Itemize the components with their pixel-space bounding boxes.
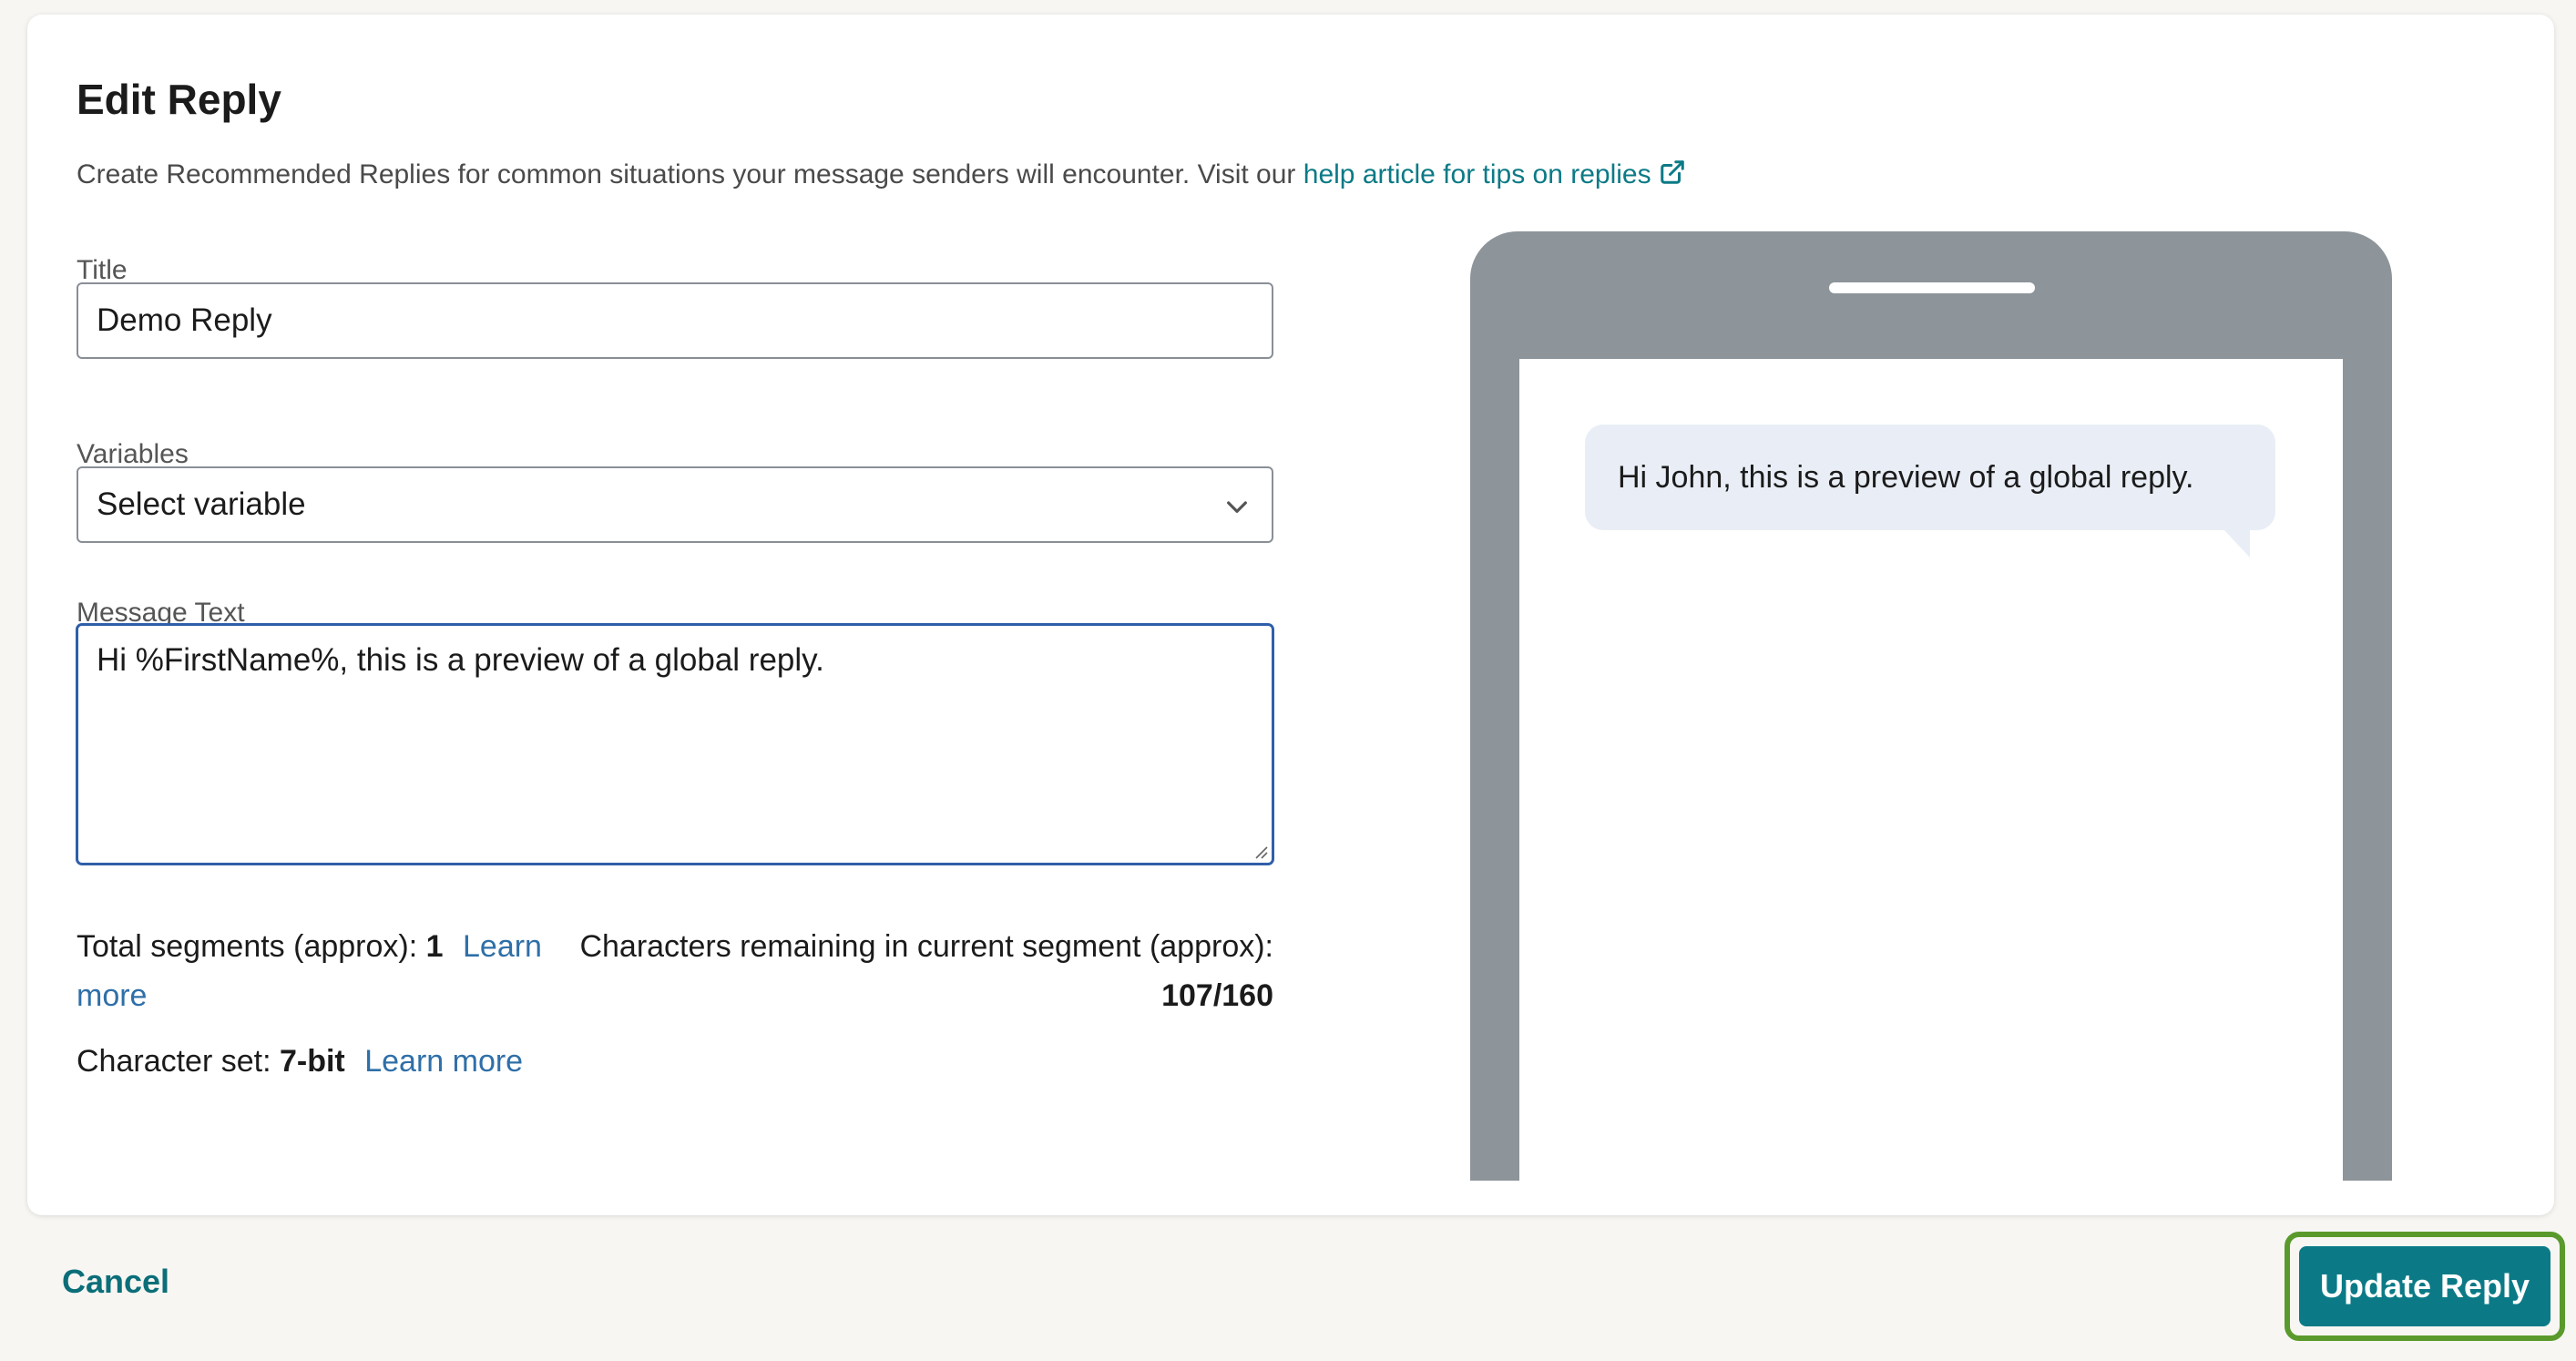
segments-learn-more-line1: Learn xyxy=(463,929,542,964)
title-input[interactable]: Demo Reply xyxy=(77,282,1273,359)
description-text: Create Recommended Replies for common si… xyxy=(77,159,1296,189)
charset-learn-more-link[interactable]: Learn more xyxy=(364,1044,523,1079)
message-preview-bubble: Hi John, this is a preview of a global r… xyxy=(1585,425,2275,558)
cancel-button[interactable]: Cancel xyxy=(62,1263,169,1301)
update-reply-button[interactable]: Update Reply xyxy=(2299,1246,2550,1326)
segments-link-cont: more xyxy=(77,971,147,1020)
remaining-label: Characters remaining in current segment … xyxy=(579,929,1273,964)
edit-reply-card: Edit Reply Create Recommended Replies fo… xyxy=(27,15,2554,1215)
phone-preview: Hi John, this is a preview of a global r… xyxy=(1470,231,2392,1181)
resize-grip-icon[interactable] xyxy=(1252,843,1268,859)
charset-info: Character set: 7-bit Learn more xyxy=(77,1037,523,1086)
variables-label: Variables xyxy=(77,439,189,469)
segments-learn-more-link-cont[interactable]: more xyxy=(77,978,147,1013)
remaining-info: Characters remaining in current segment … xyxy=(579,922,1273,971)
remaining-value: 107/160 xyxy=(1161,978,1273,1013)
remaining-value-wrap: 107/160 xyxy=(1161,971,1273,1020)
phone-speaker xyxy=(1829,282,2035,293)
page-title: Edit Reply xyxy=(77,76,281,123)
title-label: Title xyxy=(77,255,128,285)
chevron-down-icon xyxy=(1227,501,1247,513)
phone-screen: Hi John, this is a preview of a global r… xyxy=(1519,359,2343,1181)
page-description: Create Recommended Replies for common si… xyxy=(77,159,1686,190)
message-text-area[interactable]: Hi %FirstName%, this is a preview of a g… xyxy=(77,624,1273,865)
update-button-focus-ring: Update Reply xyxy=(2285,1232,2565,1341)
title-input-value: Demo Reply xyxy=(97,302,272,338)
segments-info: Total segments (approx): 1 Learn xyxy=(77,922,542,971)
segments-label: Total segments (approx): xyxy=(77,929,418,964)
charset-learn-more-text: Learn more xyxy=(364,1044,524,1079)
segments-learn-more-link[interactable]: Learn xyxy=(463,929,542,964)
external-link-icon xyxy=(1660,160,1684,184)
bubble-tail xyxy=(2223,528,2250,558)
charset-label: Character set: xyxy=(77,1044,271,1079)
message-text-value: Hi %FirstName%, this is a preview of a g… xyxy=(97,642,824,678)
message-preview-text: Hi John, this is a preview of a global r… xyxy=(1618,460,2194,495)
help-article-link-text: help article for tips on replies xyxy=(1303,159,1651,189)
variables-select-value: Select variable xyxy=(97,486,306,522)
segments-learn-more-line2: more xyxy=(77,978,148,1013)
charset-value: 7-bit xyxy=(279,1044,345,1079)
variables-select[interactable]: Select variable xyxy=(77,466,1273,543)
segments-value: 1 xyxy=(425,929,444,964)
help-article-link[interactable]: help article for tips on replies xyxy=(1303,159,1686,189)
